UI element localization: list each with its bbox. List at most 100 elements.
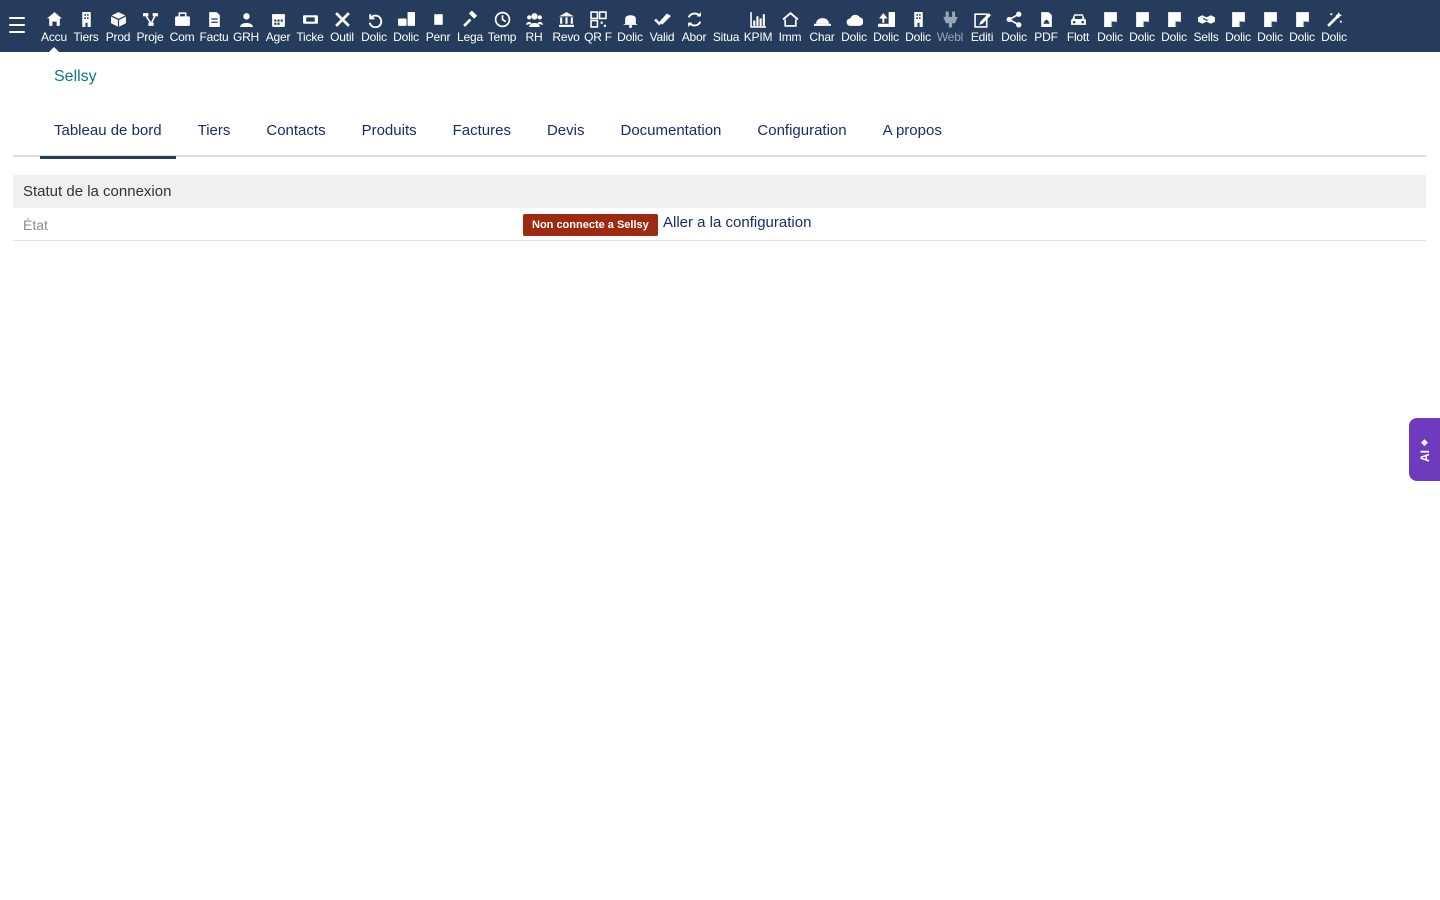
undo-icon	[358, 9, 390, 30]
menu-item-label: Revo	[552, 30, 580, 44]
menu-item[interactable]: QR F	[582, 0, 614, 52]
briefcase-icon	[166, 9, 198, 30]
sparkle-icon: ◆	[1421, 437, 1428, 447]
tab[interactable]: Documentation	[606, 113, 735, 157]
menu-item[interactable]: GRH	[230, 0, 262, 52]
calendar-icon	[262, 9, 294, 30]
menu-item[interactable]: Dolic	[1094, 0, 1126, 52]
menu-item[interactable]: Dolic	[1318, 0, 1350, 52]
menu-item[interactable]: Imm	[774, 0, 806, 52]
sticky-note-icon	[1286, 9, 1318, 30]
menu-item[interactable]: KPIM	[742, 0, 774, 52]
menu-item-label: Dolic	[841, 30, 867, 44]
menu-item[interactable]: Abor	[678, 0, 710, 52]
handshake-icon	[1190, 9, 1222, 30]
menu-item[interactable]: Dolic	[1286, 0, 1318, 52]
tab[interactable]: A propos	[869, 113, 956, 157]
sticky-note-icon	[1126, 9, 1158, 30]
menu-item-label: Accu	[41, 30, 67, 44]
house-icon	[774, 9, 806, 30]
state-label: État	[23, 217, 48, 233]
bank-icon	[550, 9, 582, 30]
menu-item[interactable]: Situa	[710, 0, 742, 52]
tab[interactable]: Contacts	[252, 113, 339, 157]
menu-item[interactable]: Lega	[454, 0, 486, 52]
menu-item-label: Lega	[457, 30, 483, 44]
menu-item-label: Sells	[1193, 30, 1219, 44]
tab[interactable]: Tiers	[184, 113, 245, 157]
menu-item-label: Dolic	[1321, 30, 1347, 44]
menu-item[interactable]: Dolic	[902, 0, 934, 52]
menu-item-label: Ager	[265, 30, 291, 44]
menu-item-label: Dolic	[1129, 30, 1155, 44]
menu-item[interactable]: Valid	[646, 0, 678, 52]
menu-item[interactable]: Dolic	[614, 0, 646, 52]
menu-item-label: Temp	[487, 30, 517, 44]
tab[interactable]: Produits	[348, 113, 431, 157]
menu-item[interactable]: Dolic	[1126, 0, 1158, 52]
menu-item[interactable]: Dolic	[1222, 0, 1254, 52]
connection-status-panel: Statut de la connexion État Non connecte…	[13, 175, 1426, 241]
menu-item[interactable]: Dolic	[998, 0, 1030, 52]
car-icon	[1062, 9, 1094, 30]
menu-item-label: Flott	[1066, 30, 1090, 44]
menu-item[interactable]: Flott	[1062, 0, 1094, 52]
sticky-note-icon	[1222, 9, 1254, 30]
menu-item[interactable]: PDF	[1030, 0, 1062, 52]
menu-item[interactable]: Ager	[262, 0, 294, 52]
menu-item-label: Dolic	[1161, 30, 1187, 44]
menu-item[interactable]: Sells	[1190, 0, 1222, 52]
status-badge: Non connecte a Sellsy	[523, 214, 658, 236]
menu-item-label: Imm	[778, 30, 802, 44]
menu-item[interactable]: Proje	[134, 0, 166, 52]
menu-item[interactable]: Factu	[198, 0, 230, 52]
ai-label: AI	[1417, 450, 1432, 462]
menu-item[interactable]: Dolic	[838, 0, 870, 52]
person-icon	[230, 9, 262, 30]
menu-item[interactable]: Revo	[550, 0, 582, 52]
menu-item[interactable]: Dolic	[390, 0, 422, 52]
tab[interactable]: Devis	[533, 113, 599, 157]
menu-item[interactable]: Ticke	[294, 0, 326, 52]
ai-assistant-button[interactable]: ◆ AI	[1409, 418, 1440, 481]
menu-item-label: Abor	[681, 30, 707, 44]
magic-wand-icon	[1318, 9, 1350, 30]
menu-item[interactable]: Editi	[966, 0, 998, 52]
pdf-icon	[1030, 9, 1062, 30]
menu-item[interactable]: Penr	[422, 0, 454, 52]
menu-item[interactable]: Char	[806, 0, 838, 52]
menu-item[interactable]: Com	[166, 0, 198, 52]
gavel-icon	[454, 9, 486, 30]
hamburger-menu-icon[interactable]	[9, 17, 25, 33]
menu-item[interactable]: RH	[518, 0, 550, 52]
menu-item[interactable]: Temp	[486, 0, 518, 52]
tab[interactable]: Configuration	[743, 113, 860, 157]
building-icon	[70, 9, 102, 30]
bell-icon	[614, 9, 646, 30]
menu-item[interactable]: Accu	[38, 0, 70, 52]
ticket-icon	[294, 9, 326, 30]
qrcode-icon	[582, 9, 614, 30]
edit-icon	[966, 9, 998, 30]
project-icon	[134, 9, 166, 30]
share-icon	[998, 9, 1030, 30]
sticky-note-icon	[1158, 9, 1190, 30]
menu-item[interactable]: Outil	[326, 0, 358, 52]
menu-item-label: Ticke	[296, 30, 324, 44]
menu-item-label: Tiers	[73, 30, 99, 44]
menu-item[interactable]: Dolic	[1158, 0, 1190, 52]
menu-item[interactable]: Tiers	[70, 0, 102, 52]
tab[interactable]: Factures	[439, 113, 525, 157]
menu-item-label: GRH	[232, 30, 260, 44]
cloud-icon	[838, 9, 870, 30]
go-to-configuration-link[interactable]: Aller a la configuration	[663, 214, 811, 231]
menu-item[interactable]: Dolic	[1254, 0, 1286, 52]
menu-item-label: QR F	[584, 30, 612, 44]
menu-item[interactable]: Prod	[102, 0, 134, 52]
menu-item[interactable]: Webl	[934, 0, 966, 52]
menu-item-label: Char	[809, 30, 835, 44]
menu-item[interactable]: Dolic	[870, 0, 902, 52]
top-navbar: Accu Tiers Prod Proje Com Factu GRH Ager Ticke Ou…	[0, 0, 1440, 52]
tab[interactable]: Tableau de bord	[40, 113, 176, 159]
menu-item[interactable]: Dolic	[358, 0, 390, 52]
